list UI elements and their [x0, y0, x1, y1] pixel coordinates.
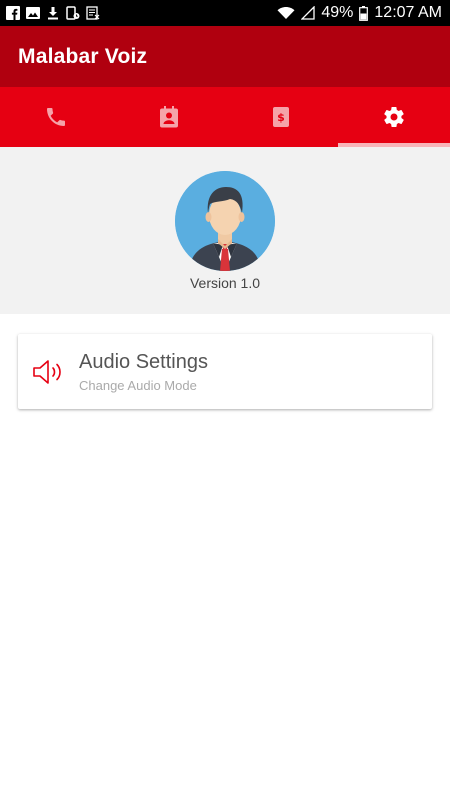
audio-settings-card[interactable]: Audio Settings Change Audio Mode: [18, 334, 432, 409]
profile-section: Version 1.0: [0, 147, 450, 314]
billing-book-icon: $: [269, 105, 293, 129]
status-bar: 49% 12:07 AM: [0, 0, 450, 26]
tab-calls[interactable]: [0, 87, 113, 147]
avatar: [175, 171, 275, 271]
status-bar-notifications: [6, 6, 100, 20]
tab-billing[interactable]: $: [225, 87, 338, 147]
wifi-icon: [277, 6, 295, 20]
tab-bar: $: [0, 87, 450, 147]
tab-settings[interactable]: [337, 87, 450, 147]
clock: 12:07 AM: [374, 4, 442, 21]
document-icon: [86, 6, 100, 20]
audio-settings-subtitle: Change Audio Mode: [79, 378, 197, 393]
status-bar-system: 49% 12:07 AM: [277, 4, 442, 22]
tab-contacts[interactable]: [113, 87, 226, 147]
facebook-icon: [6, 6, 20, 20]
download-icon: [46, 6, 60, 20]
phone-sim-icon: [66, 6, 80, 20]
signal-icon: [301, 6, 316, 20]
battery-percent: 49%: [321, 4, 354, 21]
gear-icon: [382, 105, 406, 129]
audio-settings-title: Audio Settings: [79, 351, 208, 373]
phone-icon: [44, 105, 68, 129]
image-icon: [26, 6, 40, 20]
contacts-icon: [157, 105, 181, 129]
speaker-icon: [32, 358, 66, 386]
app-title: Malabar Voiz: [18, 44, 148, 68]
battery-icon: [359, 5, 369, 21]
app-version: Version 1.0: [189, 275, 261, 291]
app-bar: Malabar Voiz: [0, 26, 450, 87]
svg-text:$: $: [277, 111, 285, 124]
audio-settings-text: Audio Settings Change Audio Mode: [79, 350, 208, 393]
